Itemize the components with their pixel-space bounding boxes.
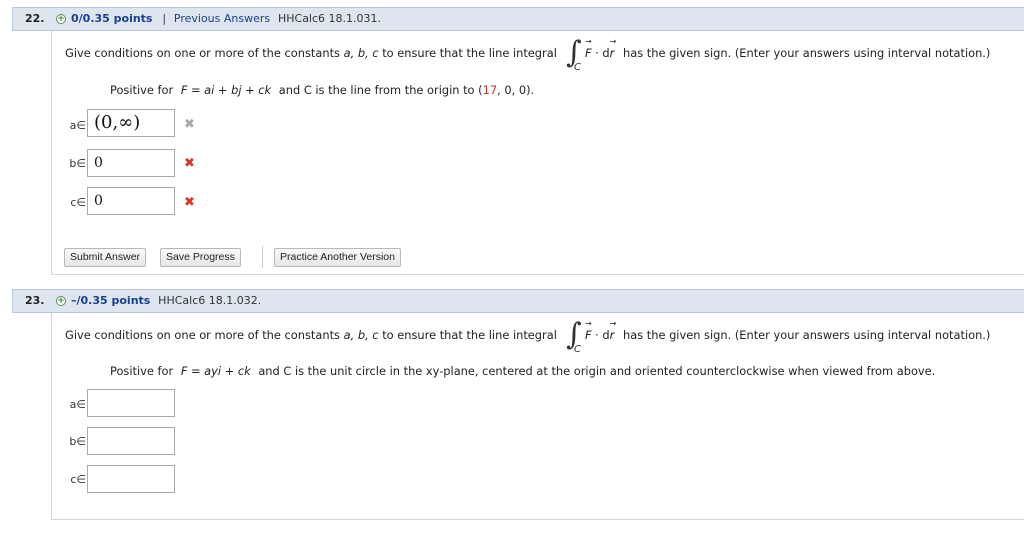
question-22-prompt-after: has the given sign. (Enter your answers … — [623, 46, 991, 60]
prompt-vars: a, b, c — [343, 46, 379, 60]
label-b: b∈ — [69, 435, 86, 448]
answer-c-input[interactable]: 0 — [87, 187, 175, 215]
question-23-prompt-after: has the given sign. (Enter your answers … — [623, 328, 991, 342]
integral-subscript: C — [574, 344, 581, 355]
label-b: b∈ — [69, 157, 86, 170]
question-22-condition: Positive for F = ai + bj + ck and C is t… — [110, 83, 534, 97]
prompt-text: Give conditions on one or more of the co… — [65, 46, 340, 60]
expand-plus-icon[interactable]: + — [56, 14, 66, 24]
incorrect-x-icon: ✖ — [184, 117, 195, 132]
previous-answers-link[interactable]: Previous Answers — [174, 12, 270, 25]
question-22-body — [51, 31, 1024, 275]
points-label: –/0.35 points HHCalc6 18.1.032. — [71, 290, 261, 312]
prompt-text-mid: to ensure that the line integral — [382, 328, 557, 342]
question-23-body — [51, 313, 1024, 520]
label-c: c∈ — [70, 473, 86, 486]
answer-a-input[interactable] — [87, 389, 175, 417]
answer-a-input[interactable]: (0,∞) — [87, 109, 175, 137]
answer-b-input[interactable]: 0 — [87, 149, 175, 177]
problem-code: HHCalc6 18.1.031. — [277, 12, 382, 25]
prompt-vars: a, b, c — [343, 328, 379, 342]
points-value: 0/0.35 points — [71, 12, 153, 25]
condition-prefix: Positive for — [110, 364, 174, 378]
integral-subscript: C — [574, 62, 581, 73]
question-22-header: 22. + 0/0.35 points | Previous Answers H… — [12, 7, 1024, 31]
integrand: F · dr — [585, 328, 614, 342]
point-x-value: 17 — [482, 83, 498, 97]
button-divider — [262, 246, 263, 268]
question-23-header: 23. + –/0.35 points HHCalc6 18.1.032. — [12, 289, 1024, 313]
save-progress-button[interactable]: Save Progress — [160, 248, 241, 267]
prompt-text: Give conditions on one or more of the co… — [65, 328, 340, 342]
incorrect-x-icon: ✖ — [184, 156, 195, 171]
label-a: a∈ — [69, 119, 86, 132]
incorrect-x-icon: ✖ — [184, 195, 195, 210]
expand-plus-icon[interactable]: + — [56, 296, 66, 306]
points-label: 0/0.35 points | Previous Answers HHCalc6… — [71, 8, 381, 30]
answer-c-input[interactable] — [87, 465, 175, 493]
separator: | — [162, 12, 167, 25]
condition-middle: and C is the line from the origin to ( — [278, 83, 483, 97]
question-23-prompt: Give conditions on one or more of the co… — [65, 328, 557, 342]
vector-field: F = ai + bj + ck — [180, 83, 272, 97]
integrand: F · dr — [585, 46, 614, 60]
label-a: a∈ — [69, 398, 86, 411]
submit-answer-button[interactable]: Submit Answer — [64, 248, 147, 267]
question-23-condition: Positive for F = ayi + ck and C is the u… — [110, 364, 935, 378]
condition-prefix: Positive for — [110, 83, 174, 97]
condition-text: and C is the unit circle in the xy-plane… — [258, 364, 936, 378]
question-22-prompt: Give conditions on one or more of the co… — [65, 46, 557, 60]
question-number: 23. — [25, 294, 45, 307]
question-number: 22. — [25, 12, 45, 25]
answer-b-input[interactable] — [87, 427, 175, 455]
vector-field: F = ayi + ck — [180, 364, 251, 378]
condition-end: , 0, 0). — [497, 83, 535, 97]
practice-another-version-button[interactable]: Practice Another Version — [274, 248, 401, 267]
problem-code: HHCalc6 18.1.032. — [158, 294, 262, 307]
points-value: –/0.35 points — [71, 294, 151, 307]
label-c: c∈ — [70, 196, 86, 209]
prompt-text-mid: to ensure that the line integral — [382, 46, 557, 60]
